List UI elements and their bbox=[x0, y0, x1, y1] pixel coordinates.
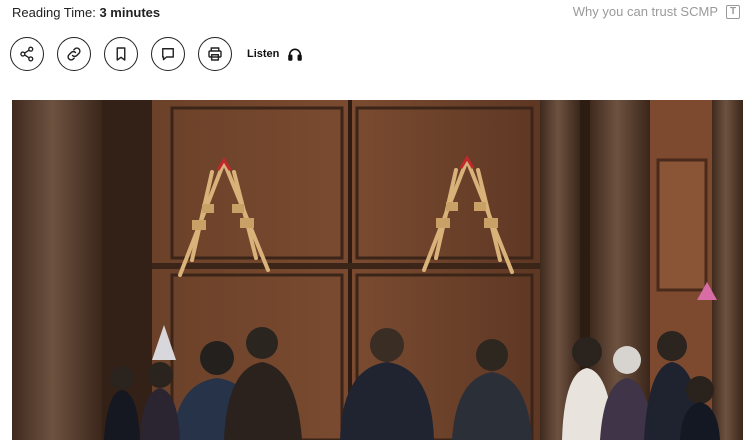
trust-icon[interactable]: T bbox=[726, 4, 740, 19]
share-icon bbox=[20, 46, 34, 62]
listen-button[interactable]: Listen bbox=[247, 46, 303, 62]
article-hero-photo bbox=[12, 100, 743, 440]
article-action-bar: Listen bbox=[10, 36, 303, 72]
comment-button[interactable] bbox=[151, 37, 185, 71]
hero-photo-illustration bbox=[12, 100, 743, 440]
bookmark-icon bbox=[116, 47, 126, 61]
link-icon bbox=[67, 47, 81, 61]
reading-time: Reading Time: 3 minutes bbox=[12, 5, 160, 20]
bookmark-button[interactable] bbox=[104, 37, 138, 71]
printer-icon bbox=[208, 47, 222, 61]
wooden-pillar bbox=[712, 100, 743, 440]
headphones-icon bbox=[288, 48, 303, 61]
article-meta-bar: Reading Time: 3 minutes Why you can trus… bbox=[0, 0, 752, 26]
copy-link-button[interactable] bbox=[57, 37, 91, 71]
trust-link-text[interactable]: Why you can trust SCMP bbox=[573, 4, 718, 19]
share-button[interactable] bbox=[10, 37, 44, 71]
reading-time-value: 3 minutes bbox=[99, 5, 161, 20]
wooden-pillar bbox=[12, 100, 102, 440]
trust-link[interactable]: Why you can trust SCMP T bbox=[573, 4, 740, 19]
print-button[interactable] bbox=[198, 37, 232, 71]
listen-label[interactable]: Listen bbox=[247, 48, 279, 60]
comment-icon bbox=[162, 48, 174, 61]
reading-time-label: Reading Time: bbox=[12, 5, 100, 20]
